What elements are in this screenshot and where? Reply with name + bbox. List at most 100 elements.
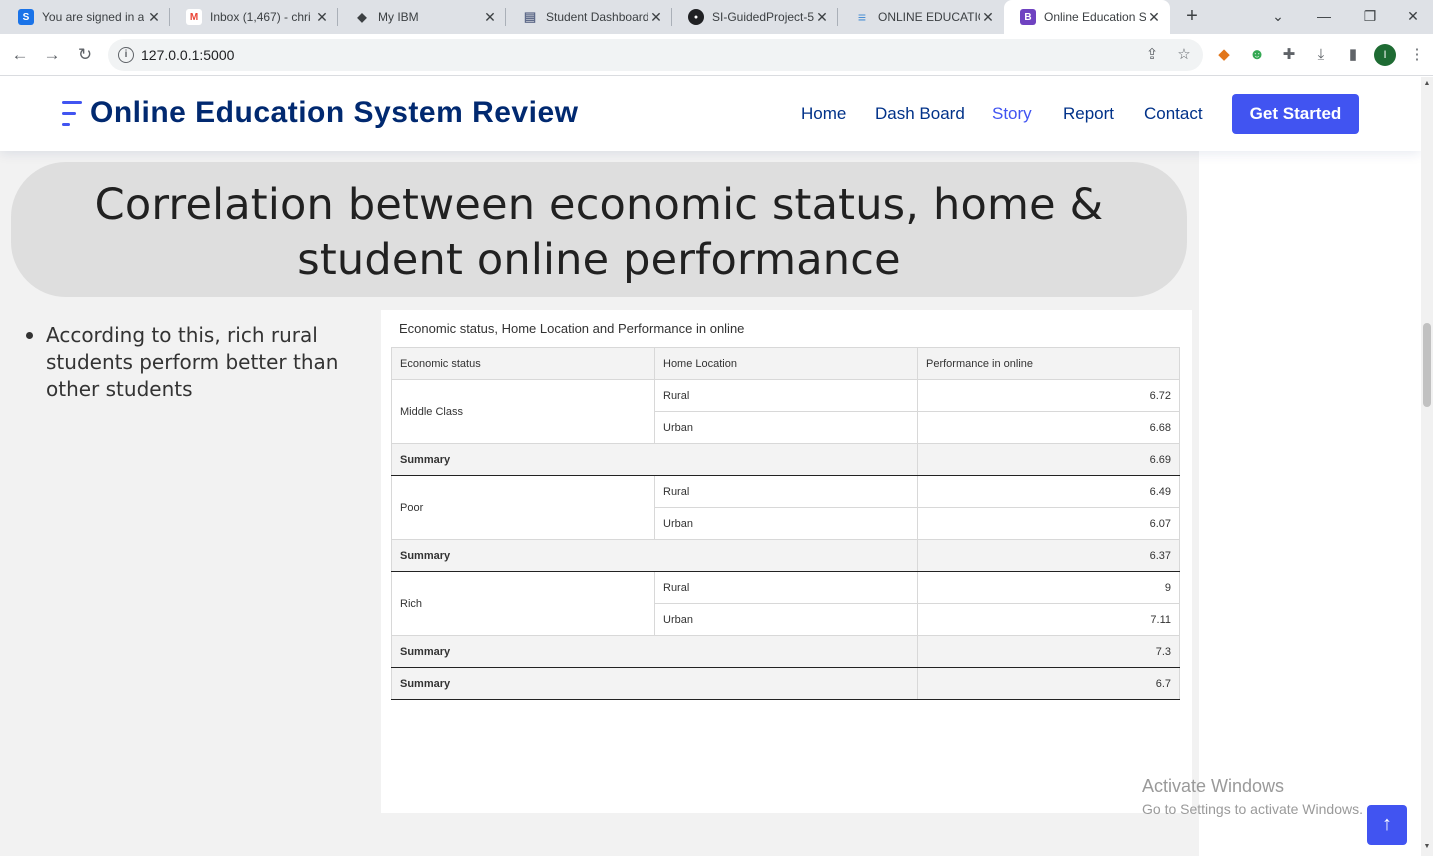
browser-tab[interactable]: ◆ My IBM ✕ bbox=[338, 0, 506, 34]
performance-cell: 6.68 bbox=[917, 411, 1180, 444]
windows-activation-watermark: Activate Windows Go to Settings to activ… bbox=[1142, 776, 1363, 817]
download-icon[interactable]: ⤓ bbox=[1310, 44, 1332, 66]
tab-title: Online Education S bbox=[1044, 10, 1146, 24]
grand-total-row: Summary 6.7 bbox=[391, 667, 1180, 700]
table-header-row: Economic status Home Location Performanc… bbox=[391, 347, 1180, 380]
tab-title: Student Dashboard bbox=[546, 10, 648, 24]
right-blank-pane bbox=[1199, 77, 1421, 856]
menu-kebab-icon[interactable]: ⋮ bbox=[1406, 44, 1428, 66]
grand-total-label: Summary bbox=[391, 667, 918, 700]
performance-cell: 6.07 bbox=[917, 507, 1180, 540]
close-icon[interactable]: ✕ bbox=[1146, 9, 1162, 25]
arrow-up-icon: ↑ bbox=[1382, 813, 1392, 835]
bookmark-star-icon[interactable]: ☆ bbox=[1174, 45, 1194, 65]
nav-story[interactable]: Story bbox=[992, 104, 1032, 124]
tableau-viz[interactable]: Economic status, Home Location and Perfo… bbox=[381, 310, 1192, 813]
summary-label: Summary bbox=[391, 443, 918, 476]
close-icon[interactable]: ✕ bbox=[648, 9, 664, 25]
close-icon[interactable]: ✕ bbox=[814, 9, 830, 25]
tab-title: You are signed in a bbox=[42, 10, 144, 24]
home-location-cell: Urban bbox=[654, 411, 918, 444]
minimize-icon[interactable]: — bbox=[1301, 0, 1347, 34]
column-header: Home Location bbox=[654, 347, 918, 380]
watermark-line1: Activate Windows bbox=[1142, 776, 1285, 796]
tab-title: SI-GuidedProject-5 bbox=[712, 10, 814, 24]
side-panel-icon[interactable]: ▮ bbox=[1342, 44, 1364, 66]
bootstrap-icon: B bbox=[1020, 9, 1036, 25]
tab-title: My IBM bbox=[378, 10, 419, 24]
nav-contact[interactable]: Contact bbox=[1144, 104, 1203, 124]
economic-status-cell: Rich bbox=[391, 571, 655, 636]
metamask-icon[interactable]: ◆ bbox=[1213, 44, 1235, 66]
section-heading-banner: Correlation between economic status, hom… bbox=[11, 162, 1187, 297]
menu-lines-icon[interactable] bbox=[62, 101, 84, 127]
tab-title: ONLINE EDUCATIO bbox=[878, 10, 980, 24]
viz-title: Economic status, Home Location and Perfo… bbox=[399, 321, 745, 336]
nav-report[interactable]: Report bbox=[1063, 104, 1114, 124]
browser-tab[interactable]: ● SI-GuidedProject-5 ✕ bbox=[672, 0, 838, 34]
home-location-cell: Rural bbox=[654, 571, 918, 604]
economic-status-cell: Poor bbox=[391, 475, 655, 540]
browser-toolbar: ← → ↻ i 127.0.0.1:5000 ⇪ ☆ ◆ ☻ ✚ ⤓ ▮ I ⋮ bbox=[0, 34, 1433, 76]
site-header: Online Education System Review Home Dash… bbox=[0, 77, 1421, 151]
close-icon[interactable]: ✕ bbox=[146, 9, 162, 25]
page-scrollbar[interactable]: ▲ ▼ bbox=[1421, 77, 1433, 856]
forward-icon[interactable]: → bbox=[40, 43, 64, 67]
new-tab-icon[interactable]: + bbox=[1180, 4, 1204, 28]
site-info-icon[interactable]: i bbox=[118, 47, 134, 63]
performance-cell: 7.11 bbox=[917, 603, 1180, 636]
summary-value: 6.37 bbox=[917, 539, 1180, 572]
insight-list: According to this, rich rural students p… bbox=[24, 322, 344, 403]
s-icon: S bbox=[18, 9, 34, 25]
performance-cell: 6.72 bbox=[917, 379, 1180, 412]
close-icon[interactable]: ✕ bbox=[980, 9, 996, 25]
tab-search-icon[interactable]: ⌄ bbox=[1255, 0, 1301, 34]
column-header: Economic status bbox=[391, 347, 655, 380]
scrollbar-thumb[interactable] bbox=[1423, 323, 1431, 407]
summary-label: Summary bbox=[391, 539, 918, 572]
close-icon[interactable]: ✕ bbox=[314, 9, 330, 25]
back-to-top-button[interactable]: ↑ bbox=[1367, 805, 1407, 845]
home-location-cell: Urban bbox=[654, 603, 918, 636]
list-icon: ≡ bbox=[857, 9, 867, 25]
url-text[interactable]: 127.0.0.1:5000 bbox=[141, 47, 234, 63]
watermark-line2: Go to Settings to activate Windows. bbox=[1142, 801, 1363, 817]
table-row: Rich Rural 9 bbox=[391, 571, 1180, 636]
scroll-up-icon[interactable]: ▲ bbox=[1421, 80, 1433, 87]
grand-total-value: 6.7 bbox=[917, 667, 1180, 700]
reload-icon[interactable]: ↻ bbox=[73, 43, 97, 67]
performance-cell: 9 bbox=[917, 571, 1180, 604]
nav-dash-board[interactable]: Dash Board bbox=[875, 104, 965, 124]
column-header: Performance in online bbox=[917, 347, 1180, 380]
site-title[interactable]: Online Education System Review bbox=[90, 96, 578, 130]
browser-tab[interactable]: M Inbox (1,467) - chri ✕ bbox=[170, 0, 338, 34]
profile-avatar[interactable]: I bbox=[1374, 44, 1396, 66]
summary-row: Summary 7.3 bbox=[391, 635, 1180, 668]
address-bar[interactable]: i 127.0.0.1:5000 ⇪ ☆ bbox=[108, 39, 1203, 71]
insight-bullet: According to this, rich rural students p… bbox=[24, 322, 344, 403]
github-icon: ● bbox=[688, 9, 704, 25]
browser-tab[interactable]: ▤ Student Dashboard ✕ bbox=[506, 0, 672, 34]
nav-home[interactable]: Home bbox=[801, 104, 846, 124]
browser-tab[interactable]: ≡ ONLINE EDUCATIO ✕ bbox=[838, 0, 1004, 34]
get-started-button[interactable]: Get Started bbox=[1232, 94, 1359, 134]
summary-row: Summary 6.69 bbox=[391, 443, 1180, 476]
back-icon[interactable]: ← bbox=[8, 43, 32, 67]
summary-row: Summary 6.37 bbox=[391, 539, 1180, 572]
home-location-cell: Rural bbox=[654, 379, 918, 412]
performance-cell: 6.49 bbox=[917, 475, 1180, 508]
extension-robot-icon[interactable]: ☻ bbox=[1246, 44, 1268, 66]
home-location-cell: Rural bbox=[654, 475, 918, 508]
browser-tab[interactable]: S You are signed in a ✕ bbox=[2, 0, 170, 34]
window-close-icon[interactable]: ✕ bbox=[1393, 0, 1433, 34]
tab-strip: S You are signed in a ✕ M Inbox (1,467) … bbox=[0, 0, 1433, 34]
page-viewport: Online Education System Review Home Dash… bbox=[0, 77, 1421, 856]
extensions-puzzle-icon[interactable]: ✚ bbox=[1278, 44, 1300, 66]
share-icon[interactable]: ⇪ bbox=[1142, 45, 1162, 65]
table-row: Middle Class Rural 6.72 bbox=[391, 379, 1180, 444]
table-row: Poor Rural 6.49 bbox=[391, 475, 1180, 540]
close-icon[interactable]: ✕ bbox=[482, 9, 498, 25]
restore-icon[interactable]: ❐ bbox=[1347, 0, 1393, 34]
browser-tab-active[interactable]: B Online Education S ✕ bbox=[1004, 0, 1170, 34]
scroll-down-icon[interactable]: ▼ bbox=[1421, 843, 1433, 850]
